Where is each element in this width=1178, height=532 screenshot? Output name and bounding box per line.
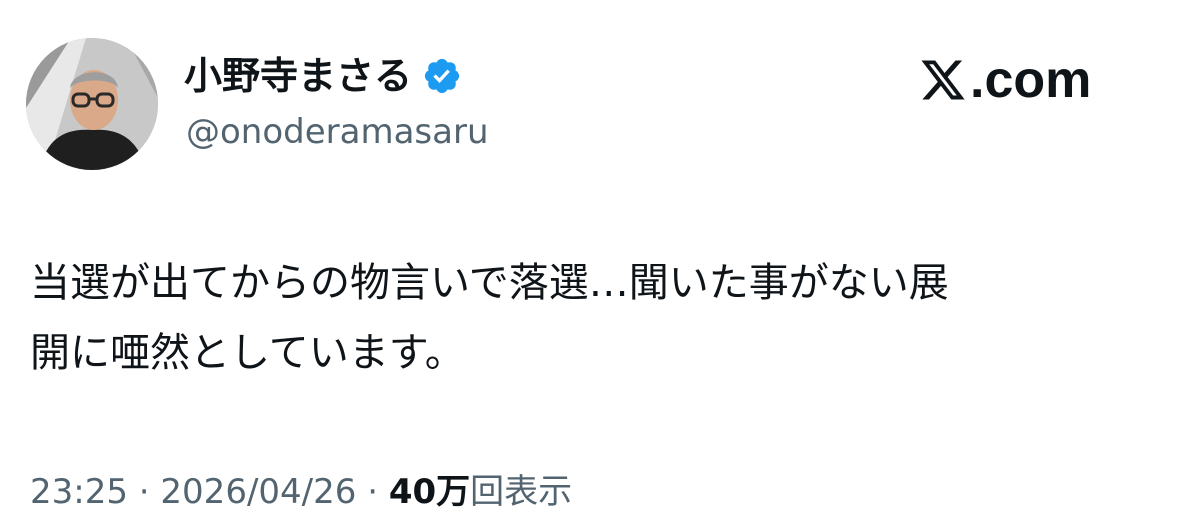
tweet-text-line: 開に唖然としています。: [30, 330, 465, 376]
meta-separator: ·: [138, 472, 150, 512]
verified-badge-icon[interactable]: [422, 56, 462, 96]
tweet-date[interactable]: 2026/04/26: [160, 472, 356, 512]
meta-separator: ·: [367, 472, 379, 512]
views-label: 回表示: [470, 472, 573, 512]
x-com-logo: .com: [918, 50, 1091, 110]
avatar[interactable]: [26, 38, 158, 170]
author-display-name[interactable]: 小野寺まさる: [184, 50, 412, 102]
views-count: 40万: [388, 472, 471, 512]
author-handle[interactable]: @onoderamasaru: [186, 108, 489, 156]
logo-suffix: .com: [970, 51, 1092, 109]
tweet-text: 当選が出てからの物言いで落選…聞いた事がない展 開に唖然としています。: [30, 248, 1140, 388]
tweet-meta: 23:25 · 2026/04/26 · 40万回表示: [30, 466, 572, 518]
author-display-name-row[interactable]: 小野寺まさる: [184, 50, 462, 102]
tweet-text-line: 当選が出てからの物言いで落選…聞いた事がない展: [30, 260, 949, 306]
avatar-image: [26, 38, 158, 170]
tweet-time[interactable]: 23:25: [30, 472, 128, 512]
x-logo-icon: [918, 56, 968, 104]
